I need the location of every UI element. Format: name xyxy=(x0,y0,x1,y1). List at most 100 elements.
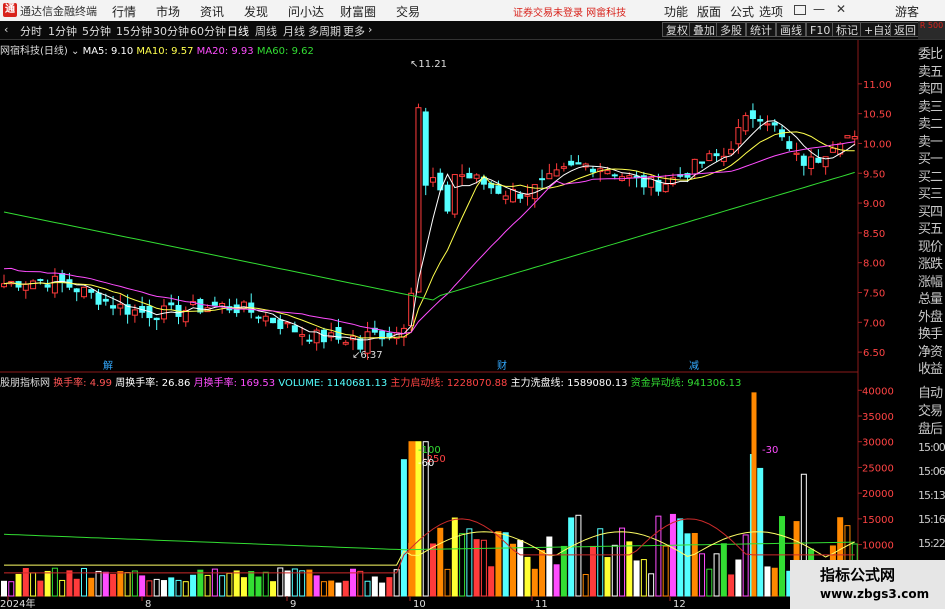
sidebar-item[interactable]: 换手 xyxy=(918,326,945,343)
event-marker-reduce[interactable]: 减 xyxy=(689,357,699,372)
price-label: 9.50 xyxy=(863,169,885,180)
menu-layout[interactable]: 版面 xyxy=(697,3,721,20)
volume-bar xyxy=(357,570,364,597)
sidebar-item[interactable]: 涨跌 xyxy=(918,256,945,273)
period-tab-5min[interactable]: 5分钟 xyxy=(82,23,111,39)
volume-bar xyxy=(37,580,44,597)
sidebar-item[interactable]: 买三 xyxy=(918,186,945,203)
f10-button[interactable]: F10 xyxy=(806,22,835,37)
price-label: 10.50 xyxy=(863,110,892,121)
time-label: 11 xyxy=(535,599,548,609)
volume-axis-label: 35000 xyxy=(862,412,894,423)
sidebar-item[interactable]: 卖五 xyxy=(918,64,945,81)
login-warning[interactable]: 证券交易未登录 网畲科技 xyxy=(513,4,626,19)
candle-body xyxy=(800,155,807,166)
sidebar-item[interactable]: 现价 xyxy=(918,239,945,256)
sidebar-item[interactable]: 卖二 xyxy=(918,116,945,133)
sidebar-item[interactable]: 卖四 xyxy=(918,81,945,98)
adjust-button[interactable]: 复权 xyxy=(662,22,692,37)
window-icon[interactable] xyxy=(794,5,806,15)
candle-body xyxy=(291,325,298,333)
event-marker-unlock[interactable]: 解 xyxy=(103,357,113,372)
volume-bar xyxy=(117,571,124,597)
candle-body xyxy=(786,141,793,149)
candle-body xyxy=(262,315,269,322)
guest-user[interactable]: 游客 xyxy=(895,3,919,20)
period-tab-30min[interactable]: 30分钟 xyxy=(153,23,189,39)
level-100: -100 xyxy=(418,445,441,456)
time-label: 2024年 xyxy=(0,597,35,609)
period-tab-more[interactable]: 更多 xyxy=(343,23,365,39)
period-tab-multi[interactable]: 多周期 xyxy=(308,23,341,39)
volume-bar xyxy=(677,518,684,597)
candle-body xyxy=(662,183,669,193)
candle-body xyxy=(604,170,611,175)
menu-function[interactable]: 功能 xyxy=(664,3,688,20)
sidebar-time: 15:16 xyxy=(918,513,945,526)
volume-bar xyxy=(466,528,473,597)
draw-line-button[interactable]: 画线 xyxy=(776,22,806,37)
volume-bar xyxy=(669,513,676,597)
multi-stock-button[interactable]: 多股 xyxy=(716,22,746,37)
period-tab-60min[interactable]: 60分钟 xyxy=(190,23,226,39)
overlay-button[interactable]: 叠加 xyxy=(689,22,719,37)
statistics-button[interactable]: 统计 xyxy=(746,22,776,37)
candle-body xyxy=(22,283,29,291)
menu-quotes[interactable]: 行情 xyxy=(112,3,136,20)
volume-bar xyxy=(30,572,37,597)
close-icon[interactable]: ✕ xyxy=(836,2,846,16)
menu-news[interactable]: 资讯 xyxy=(200,3,224,20)
time-label: 8 xyxy=(145,599,151,609)
volume-bar xyxy=(328,580,335,597)
candle-body xyxy=(451,174,458,215)
volume-bar xyxy=(546,536,553,597)
sidebar-item[interactable]: 涨幅 xyxy=(918,274,945,291)
sidebar-item[interactable]: 卖三 xyxy=(918,99,945,116)
period-tab-daily[interactable]: 日线 xyxy=(227,23,249,39)
period-tab-1min[interactable]: 1分钟 xyxy=(48,23,77,39)
chevron-left-icon[interactable]: ‹ xyxy=(4,23,8,36)
sidebar-mode-item[interactable]: 自动 xyxy=(918,385,945,402)
sidebar-item[interactable]: 收益 xyxy=(918,361,945,378)
volume-bar xyxy=(517,539,524,597)
sidebar-item[interactable]: 外盘 xyxy=(918,309,945,326)
period-tab-weekly[interactable]: 周线 xyxy=(255,23,277,39)
sidebar-item[interactable]: 卖一 xyxy=(918,134,945,151)
period-tab-15min[interactable]: 15分钟 xyxy=(116,23,152,39)
back-button[interactable]: 返回 xyxy=(890,22,920,37)
volume-bar xyxy=(706,568,713,597)
period-tab-monthly[interactable]: 月线 xyxy=(283,23,305,39)
menu-discover[interactable]: 发现 xyxy=(244,3,268,20)
menu-ask[interactable]: 问小达 xyxy=(288,3,324,20)
sidebar-item[interactable]: 买五 xyxy=(918,221,945,238)
candle-body xyxy=(430,177,436,183)
menu-formula[interactable]: 公式 xyxy=(730,3,754,20)
sidebar-item[interactable]: 买二 xyxy=(918,169,945,186)
sidebar-item[interactable]: 总量 xyxy=(918,291,945,308)
sidebar-item[interactable]: 买四 xyxy=(918,204,945,221)
sidebar-item[interactable]: 买一 xyxy=(918,151,945,168)
volume-bar xyxy=(400,459,407,597)
sidebar-mode-item[interactable]: 盘后 xyxy=(918,421,945,438)
corner-tab[interactable]: R 500 xyxy=(918,21,945,39)
volume-bar xyxy=(764,566,771,597)
mark-button[interactable]: 标记 xyxy=(832,22,862,37)
candle-body xyxy=(299,334,306,337)
event-marker-finance[interactable]: 财 xyxy=(497,357,507,372)
menu-wealth[interactable]: 财富圈 xyxy=(340,3,376,20)
volume-bar xyxy=(371,576,378,597)
menu-market[interactable]: 市场 xyxy=(156,3,180,20)
menu-trade[interactable]: 交易 xyxy=(396,3,420,20)
kline-chart[interactable]: 11.00 10.50 10.00 9.50 9.00 8.50 8.00 7.50 7.00 6… xyxy=(0,40,918,609)
period-tab-timeshare[interactable]: 分时 xyxy=(20,23,42,39)
volume-axis-label: 15000 xyxy=(862,515,894,526)
sidebar-item[interactable]: 委比 xyxy=(918,46,945,63)
sidebar-mode-item[interactable]: 交易 xyxy=(918,403,945,420)
candle-body xyxy=(37,279,44,282)
price-label: 7.50 xyxy=(863,289,885,300)
volume-bar xyxy=(539,550,546,597)
volume-bar xyxy=(342,580,349,597)
sidebar-item[interactable]: 净资 xyxy=(918,344,945,361)
menu-options[interactable]: 选项 xyxy=(759,3,783,20)
minimize-icon[interactable]: — xyxy=(813,2,825,16)
